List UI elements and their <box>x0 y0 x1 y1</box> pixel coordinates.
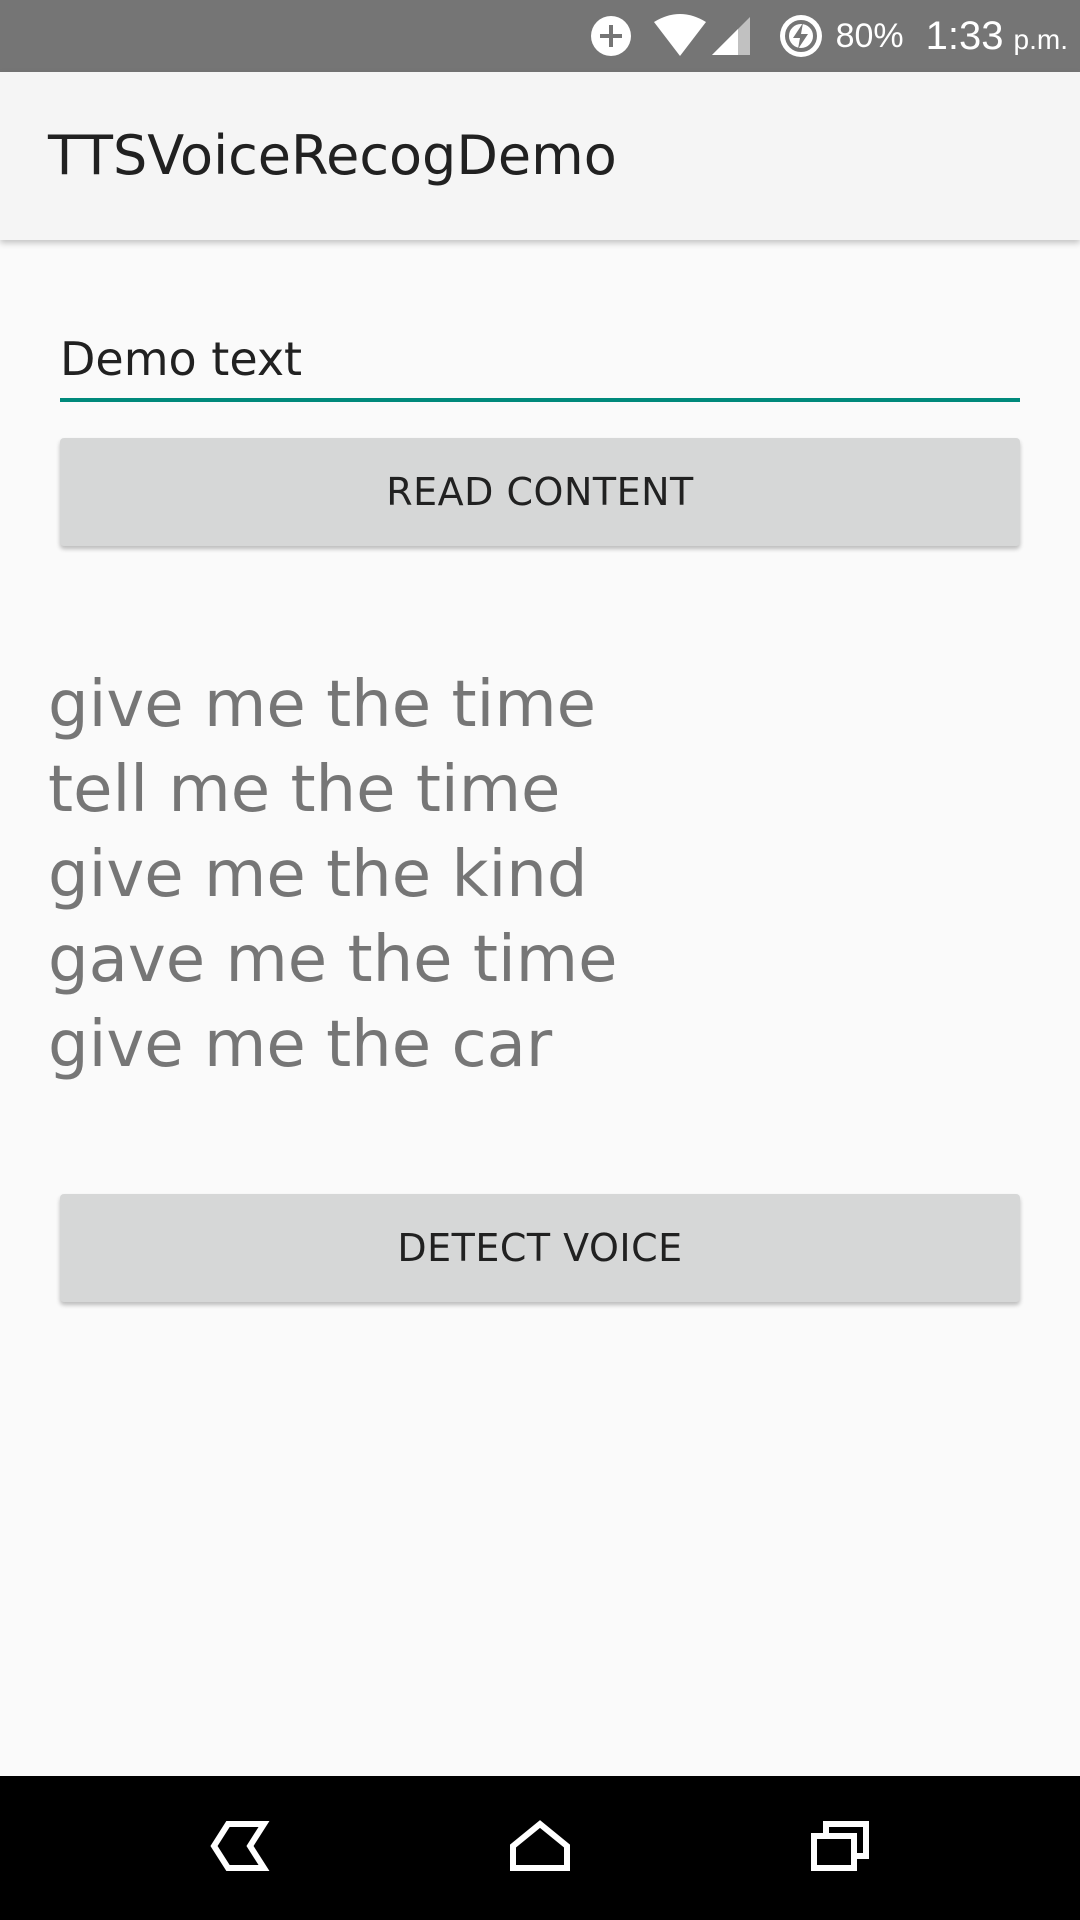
wifi-icon <box>652 14 708 58</box>
data-saver-icon <box>590 15 632 57</box>
recognition-results-list: give me the time tell me the time give m… <box>48 663 617 1088</box>
app-title: TTSVoiceRecogDemo <box>48 124 617 187</box>
result-item: give me the car <box>48 1008 553 1082</box>
result-item: give me the time <box>48 668 597 742</box>
result-item: tell me the time <box>48 753 561 827</box>
recents-button[interactable] <box>750 1776 930 1920</box>
cell-signal-icon <box>710 15 752 57</box>
clock-ampm: p.m. <box>1013 24 1068 55</box>
back-icon <box>210 1820 270 1876</box>
recents-icon <box>810 1820 870 1876</box>
read-content-button[interactable]: READ CONTENT <box>60 438 1020 546</box>
result-item: gave me the time <box>48 923 618 997</box>
home-button[interactable] <box>450 1776 630 1920</box>
status-bar: 80% 1:33 p.m. <box>0 0 1080 72</box>
status-icons: 80% 1:33 p.m. <box>590 0 1080 72</box>
detect-voice-button[interactable]: DETECT VOICE <box>60 1194 1020 1302</box>
battery-charging-icon <box>778 13 824 59</box>
back-button[interactable] <box>150 1776 330 1920</box>
demo-text-input[interactable] <box>60 320 1020 402</box>
clock-time: 1:33 <box>925 13 1004 58</box>
navigation-bar <box>0 1776 1080 1920</box>
result-item: give me the kind <box>48 838 588 912</box>
main-content: READ CONTENT give me the time tell me th… <box>0 240 1080 1776</box>
app-bar: TTSVoiceRecogDemo <box>0 72 1080 240</box>
battery-percent: 80% <box>835 16 904 55</box>
home-icon <box>509 1820 571 1876</box>
